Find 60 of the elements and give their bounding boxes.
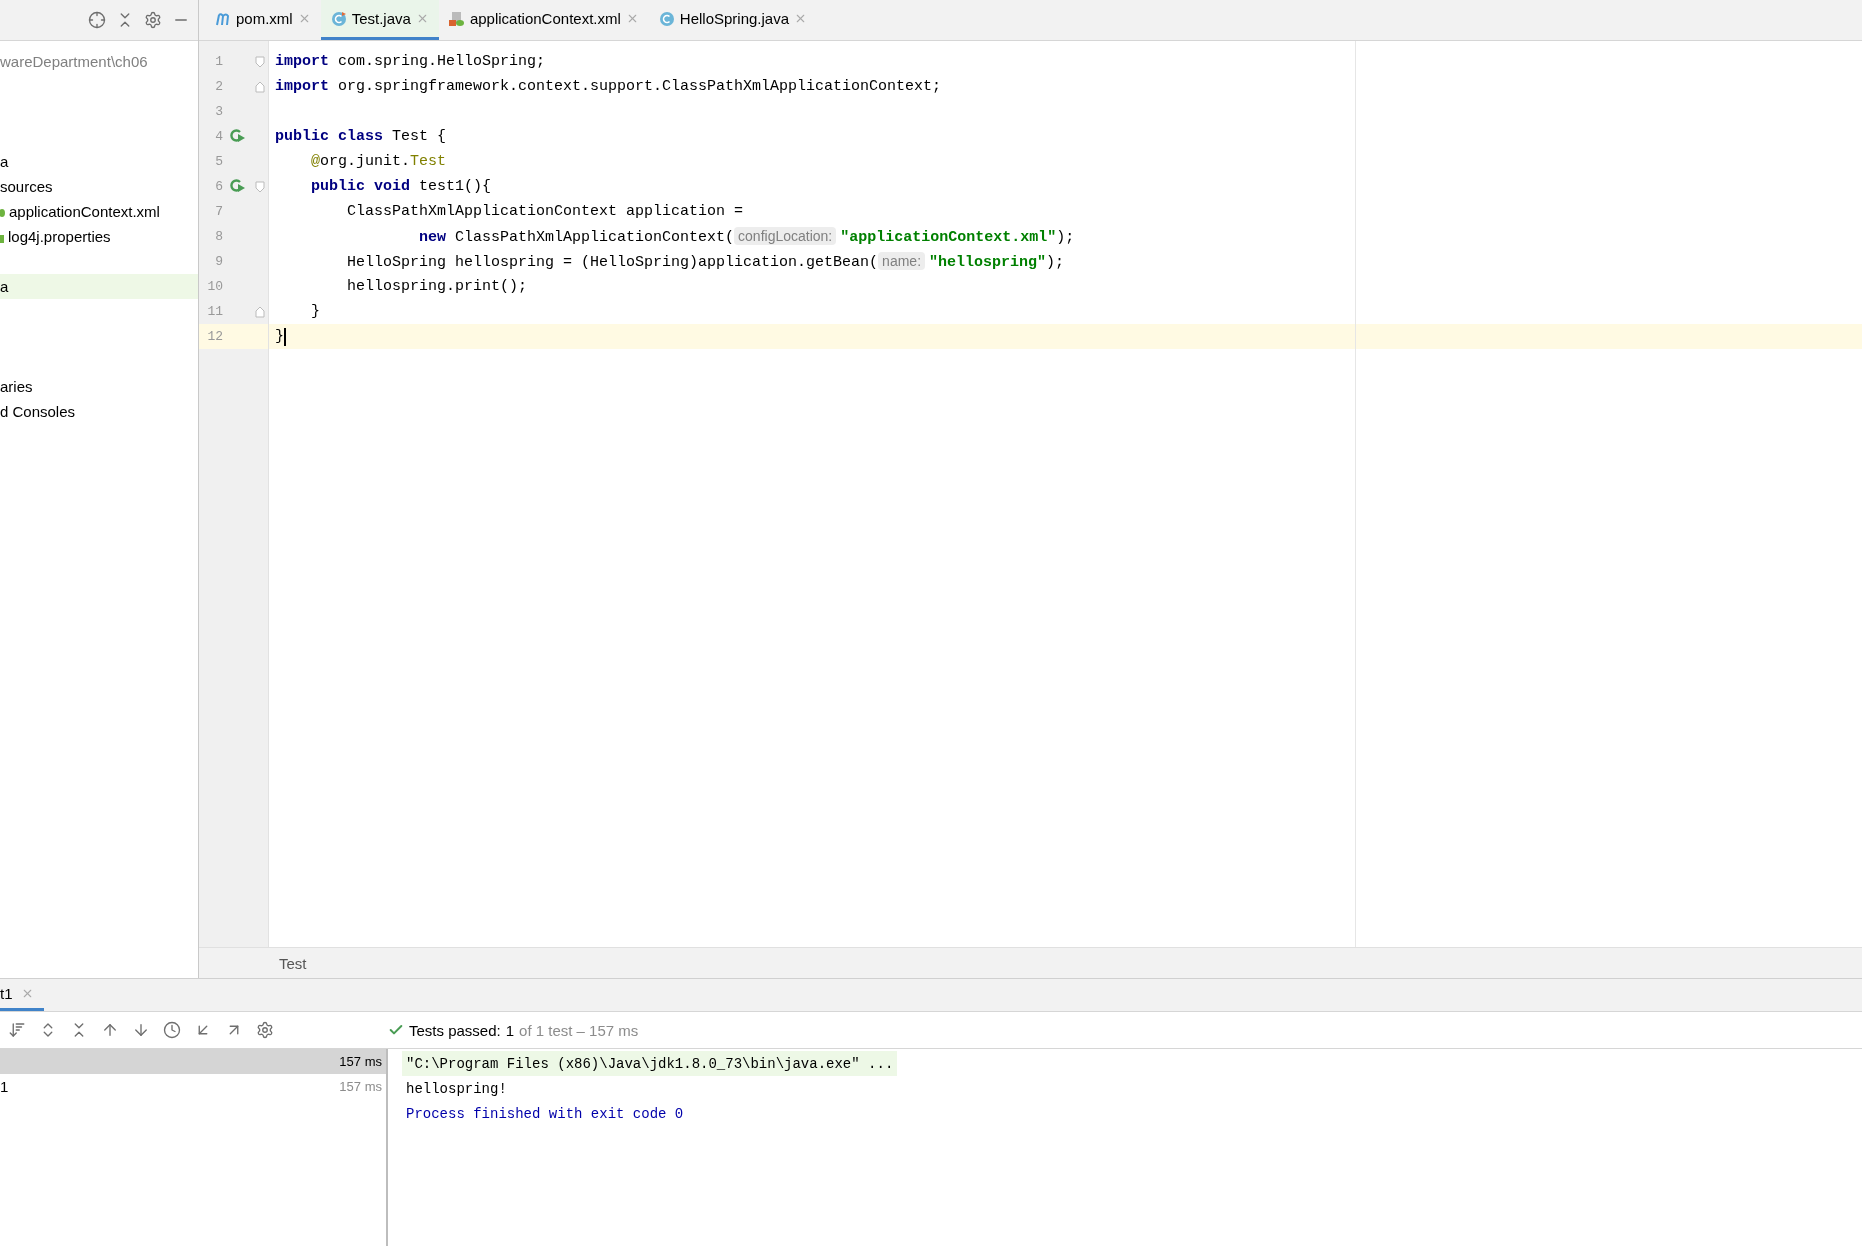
run-test-icon[interactable] [230, 129, 246, 144]
text-caret [284, 327, 286, 346]
line-number: 10 [206, 279, 223, 294]
line-number: 12 [206, 329, 223, 344]
editor-tab[interactable]: Test.java [320, 0, 439, 40]
line-number: 9 [214, 254, 223, 269]
console-line: Process finished with exit code 0 [405, 1104, 685, 1124]
settings-icon[interactable] [144, 11, 162, 29]
code-line: @org.junit.Test [310, 153, 447, 170]
console-line: hellospring! [405, 1079, 508, 1099]
editor-tab[interactable]: pom.xml [205, 0, 321, 40]
code-line: HelloSpring hellospring = (HelloSpring)application.getBean( name: "hellospring"); [346, 252, 1065, 271]
line-number: 8 [214, 229, 223, 244]
sort-icon[interactable] [8, 1021, 26, 1039]
tree-item[interactable]: sources [0, 174, 198, 199]
test-time: 157 ms [339, 1079, 382, 1094]
run-tab[interactable]: t1 [0, 979, 44, 1011]
line-number: 5 [214, 154, 223, 169]
code-line: } [275, 328, 284, 345]
line-number: 3 [214, 104, 223, 119]
line-number: 1 [214, 54, 223, 69]
test-summary: of 1 test – 157 ms [519, 1021, 639, 1039]
test-time: 157 ms [339, 1054, 382, 1069]
test-row[interactable]: 157 ms [0, 1049, 386, 1074]
editor-tab[interactable]: HelloSpring.java [648, 0, 818, 40]
line-number: 6 [214, 179, 223, 194]
locate-icon[interactable] [88, 11, 106, 29]
tests-passed-label: Tests passed: [409, 1021, 501, 1039]
down-arrow-icon[interactable] [132, 1021, 150, 1039]
clock-icon[interactable] [163, 1021, 181, 1039]
code-line: public void test1(){ [310, 178, 492, 195]
tree-item[interactable]: log4j.properties [0, 224, 198, 249]
tree-item[interactable]: d Consoles [0, 399, 198, 424]
editor-tab[interactable]: applicationContext.xml [438, 0, 649, 40]
run-test-icon[interactable] [230, 179, 246, 194]
line-number: 2 [214, 79, 223, 94]
code-line: import org.springframework.context.support.ClassPathXmlApplicationContext; [275, 78, 942, 95]
code-line: new ClassPathXmlApplicationContext( configLocation: "applicationContext.xml"); [418, 227, 1075, 246]
code-line: public class Test { [275, 128, 447, 145]
tree-item[interactable]: a [0, 149, 198, 174]
settings-icon[interactable] [256, 1021, 274, 1039]
spring-xml-icon [448, 10, 465, 27]
code-line: } [310, 303, 320, 320]
code-line: hellospring.print(); [346, 278, 528, 295]
code-line: ClassPathXmlApplicationContext application = [346, 203, 744, 220]
breadcrumb[interactable]: Test [279, 954, 307, 972]
line-number: 11 [206, 304, 223, 319]
maven-icon [215, 11, 231, 26]
test-class-icon [330, 10, 347, 27]
tree-item[interactable]: aries [0, 374, 198, 399]
code-line: import com.spring.HelloSpring; [275, 53, 546, 70]
line-number: 7 [214, 204, 223, 219]
project-path: wareDepartment\ch06 [0, 52, 149, 72]
test-name: 1 [0, 1078, 9, 1095]
test-row[interactable]: 1 157 ms [0, 1074, 386, 1099]
passed-count: 1 [505, 1021, 515, 1039]
class-icon [658, 10, 675, 27]
tree-item[interactable]: a [0, 274, 198, 299]
tree-item[interactable]: applicationContext.xml [0, 199, 198, 224]
line-number: 4 [214, 129, 223, 144]
